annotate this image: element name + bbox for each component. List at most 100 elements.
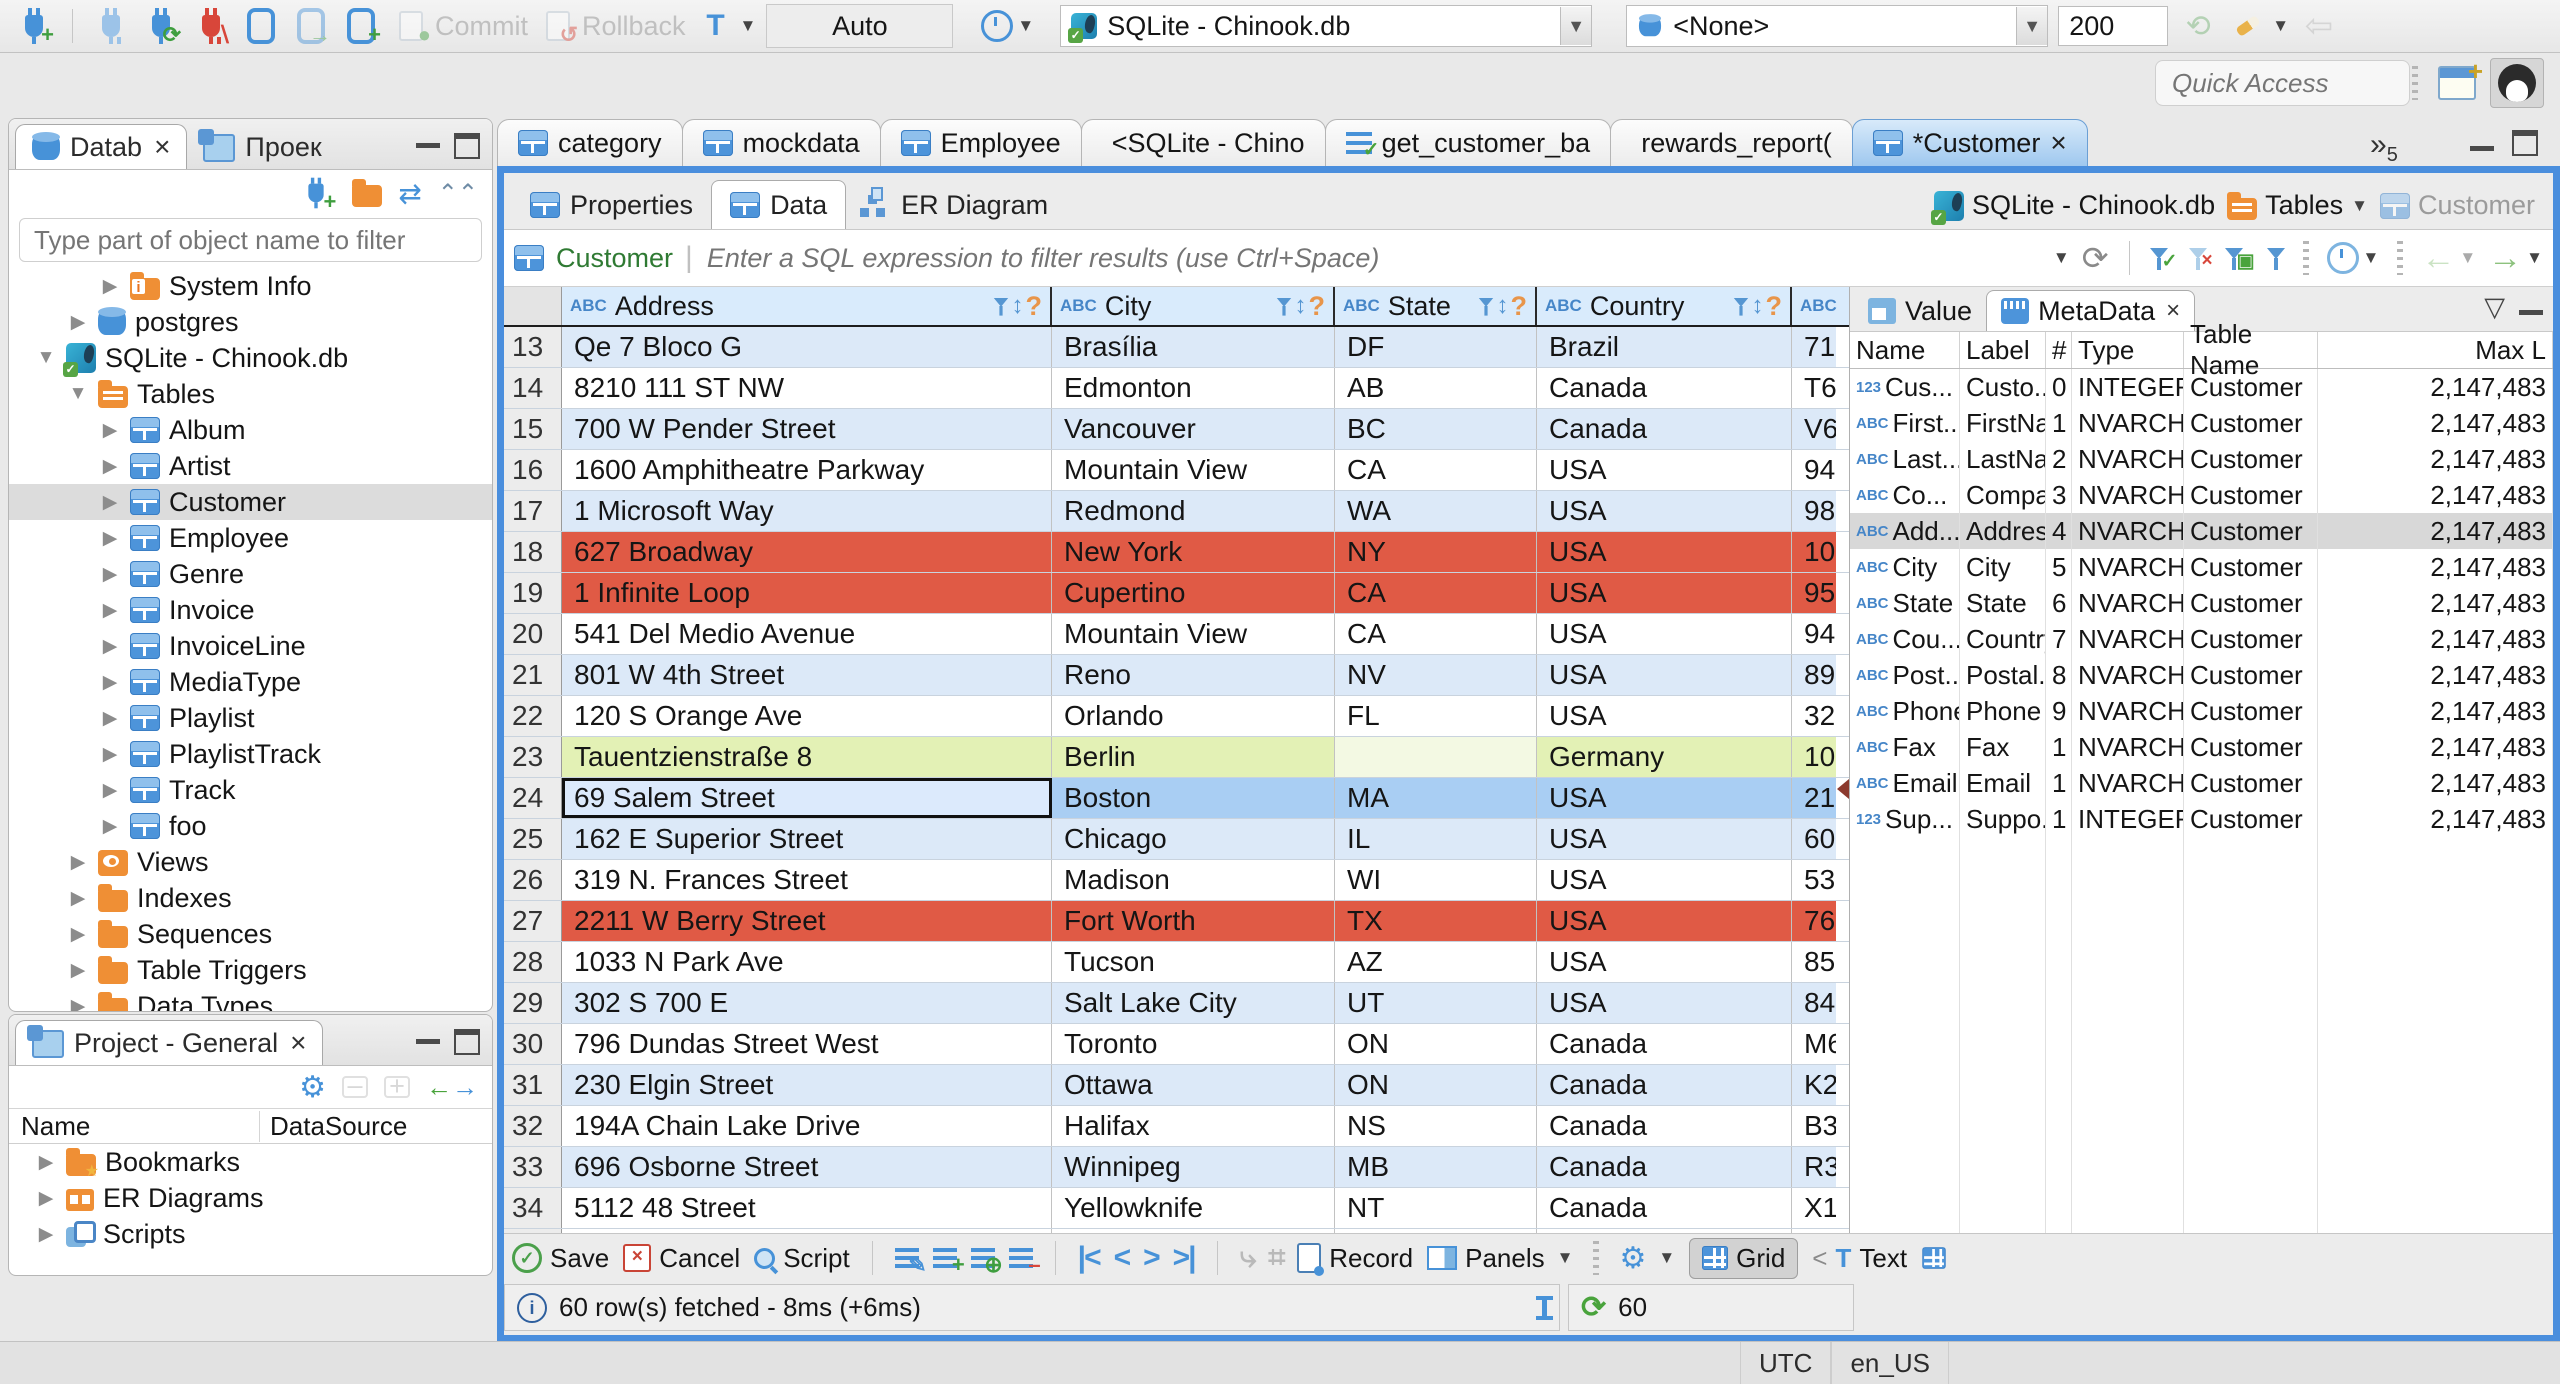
row-number-cell[interactable]: 18 [504, 532, 562, 572]
country-cell[interactable]: USA [1537, 778, 1792, 818]
address-cell[interactable]: 8210 111 ST NW [562, 368, 1052, 408]
tree-item[interactable]: ▶ Album [9, 412, 492, 448]
editor-tab[interactable]: get_customer_ba × [1324, 119, 1612, 166]
tab-value[interactable]: Value [1854, 291, 1986, 331]
metadata-row[interactable]: ABCLast... LastNa... 2 NVARCHAR Customer… [1850, 441, 2553, 477]
tree-item[interactable]: ▶ Customer [9, 484, 492, 520]
address-cell[interactable]: 801 W 4th Street [562, 655, 1052, 695]
recent-sql-editor-icon[interactable]: → [291, 6, 331, 46]
address-cell[interactable]: 69 Salem Street [562, 778, 1052, 818]
settings-dropdown[interactable]: ⚙ ▼ [1619, 1241, 1675, 1276]
commit-button[interactable]: ● Commit [391, 6, 528, 46]
tree-arrow-icon[interactable]: ▶ [67, 959, 89, 982]
postal-cell-clipped[interactable]: 94 [1792, 450, 1836, 490]
address-cell[interactable]: 1 Microsoft Way [562, 491, 1052, 531]
editor-tab[interactable]: <SQLite - Chino × [1080, 119, 1326, 166]
editor-tab[interactable]: *Customer × [1851, 119, 2088, 166]
state-cell[interactable]: FL [1335, 696, 1537, 736]
state-cell[interactable]: NV [1335, 655, 1537, 695]
country-cell[interactable]: Canada [1537, 1065, 1792, 1105]
close-icon[interactable]: × [290, 1027, 306, 1059]
city-cell[interactable]: Tucson [1052, 942, 1335, 982]
city-cell[interactable]: Mountain View [1052, 614, 1335, 654]
remove-filter-icon[interactable]: × [2189, 244, 2213, 272]
country-cell[interactable]: USA [1537, 942, 1792, 982]
quick-access-input[interactable] [2170, 66, 2395, 100]
tab-database-navigator[interactable]: Datab × [15, 124, 188, 169]
city-cell[interactable]: Halifax [1052, 1106, 1335, 1146]
connection-combo[interactable]: SQLite - Chinook.db ▼ [1060, 5, 1593, 47]
tab-projects[interactable]: Проек [187, 125, 337, 169]
state-cell[interactable] [1335, 737, 1537, 777]
city-cell[interactable]: Mountain View [1052, 450, 1335, 490]
country-cell[interactable]: USA [1537, 655, 1792, 695]
postal-cell-clipped[interactable]: M6 [1792, 1024, 1836, 1064]
navigator-filter-input[interactable] [32, 223, 469, 257]
grid-column-header[interactable]: ABC City ↕ ? [1052, 287, 1335, 325]
state-cell[interactable]: AZ [1335, 942, 1537, 982]
metadata-row[interactable]: ABCPost... Postal... 8 NVARCHAR Customer… [1850, 657, 2553, 693]
metadata-row[interactable]: 123Sup... Suppo... 1 INTEGER Customer 2,… [1850, 801, 2553, 837]
new-connection-icon[interactable]: + [296, 173, 336, 213]
project-item[interactable]: ▶ Scripts [9, 1216, 492, 1252]
postal-cell-clipped[interactable]: 98 [1792, 491, 1836, 531]
postal-cell-clipped[interactable]: 89 [1792, 655, 1836, 695]
postal-cell-clipped[interactable]: 71 [1792, 327, 1836, 367]
link-editor-icon[interactable]: ⇄ [398, 177, 421, 210]
tree-arrow-icon[interactable]: ▶ [67, 851, 89, 874]
state-cell[interactable]: NS [1335, 1106, 1537, 1146]
grid-column-header-clipped[interactable]: ABC [1792, 287, 1837, 325]
sort-icon[interactable]: ↕ [1497, 292, 1509, 320]
auto-commit-button[interactable]: Auto [766, 4, 954, 48]
country-cell[interactable]: USA [1537, 901, 1792, 941]
breadcrumb-item[interactable]: Tables ▼ [2227, 190, 2368, 221]
grid-view-toggle[interactable]: Grid [1689, 1237, 1799, 1279]
tree-arrow-icon[interactable]: ▶ [99, 491, 121, 514]
tab-metadata[interactable]: MetaData × [1986, 290, 2196, 331]
close-icon[interactable]: × [2166, 297, 2180, 325]
edit-row-icon[interactable]: ✎ [894, 1248, 927, 1276]
row-number-cell[interactable]: 31 [504, 1065, 562, 1105]
tree-arrow-icon[interactable]: ▶ [67, 887, 89, 910]
tree-item[interactable]: ▶ Table Triggers [9, 952, 492, 988]
tree-item[interactable]: ▶ MediaType [9, 664, 492, 700]
link-selection-icon[interactable]: ←→ [426, 1072, 478, 1103]
row-number-cell[interactable]: 26 [504, 860, 562, 900]
cleanup-dropdown[interactable]: ▼ [2228, 6, 2289, 46]
tree-item[interactable]: ▶ Indexes [9, 880, 492, 916]
country-cell[interactable]: Canada [1537, 1147, 1792, 1187]
tree-item[interactable]: ▶ Invoice [9, 592, 492, 628]
project-item[interactable]: ▶ Bookmarks [9, 1144, 492, 1182]
cancel-button[interactable]: × Cancel [623, 1243, 740, 1274]
minimize-icon[interactable] [2519, 300, 2543, 315]
state-cell[interactable]: CA [1335, 614, 1537, 654]
row-number-cell[interactable]: 17 [504, 491, 562, 531]
tree-item[interactable]: ▶ Track [9, 772, 492, 808]
expand-all-icon[interactable]: + [384, 1073, 410, 1100]
metadata-row[interactable]: ABCCo... Compa... 3 NVARCHAR Customer 2,… [1850, 477, 2553, 513]
chevron-down-icon[interactable]: ▼ [2351, 196, 2368, 216]
tree-item[interactable]: ▼ SQLite - Chinook.db [9, 340, 492, 377]
city-cell[interactable]: Cupertino [1052, 573, 1335, 613]
row-number-cell[interactable]: 23 [504, 737, 562, 777]
tab-overflow-button[interactable]: »5 [2370, 128, 2398, 167]
apply-filter-icon[interactable]: ✓ [2149, 244, 2177, 273]
postal-cell-clipped[interactable]: 32 [1792, 696, 1836, 736]
state-cell[interactable]: CA [1335, 450, 1537, 490]
row-number-cell[interactable]: 33 [504, 1147, 562, 1187]
metadata-row[interactable]: ABCState State 6 NVARCHAR Customer 2,147… [1850, 585, 2553, 621]
fetch-all-icon[interactable]: ⌗ [1268, 1241, 1285, 1275]
script-button[interactable]: Script [754, 1243, 850, 1274]
metadata-row[interactable]: ABCPhone Phone 9 NVARCHAR Customer 2,147… [1850, 693, 2553, 729]
country-cell[interactable]: USA [1537, 860, 1792, 900]
tree-item[interactable]: ▶ PlaylistTrack [9, 736, 492, 772]
add-row-icon[interactable]: + [932, 1248, 965, 1276]
row-number-cell[interactable]: 16 [504, 450, 562, 490]
metadata-column-header[interactable]: Type [2072, 332, 2184, 368]
city-cell[interactable]: Boston [1052, 778, 1335, 818]
funnel-icon[interactable] [993, 298, 1008, 316]
city-cell[interactable]: Yellowknife [1052, 1188, 1335, 1228]
metadata-row[interactable]: ABCAdd... Address 4 NVARCHAR Customer 2,… [1850, 513, 2553, 549]
nav-back-icon[interactable]: ← ▼ [2421, 239, 2476, 278]
address-cell[interactable]: 696 Osborne Street [562, 1147, 1052, 1187]
